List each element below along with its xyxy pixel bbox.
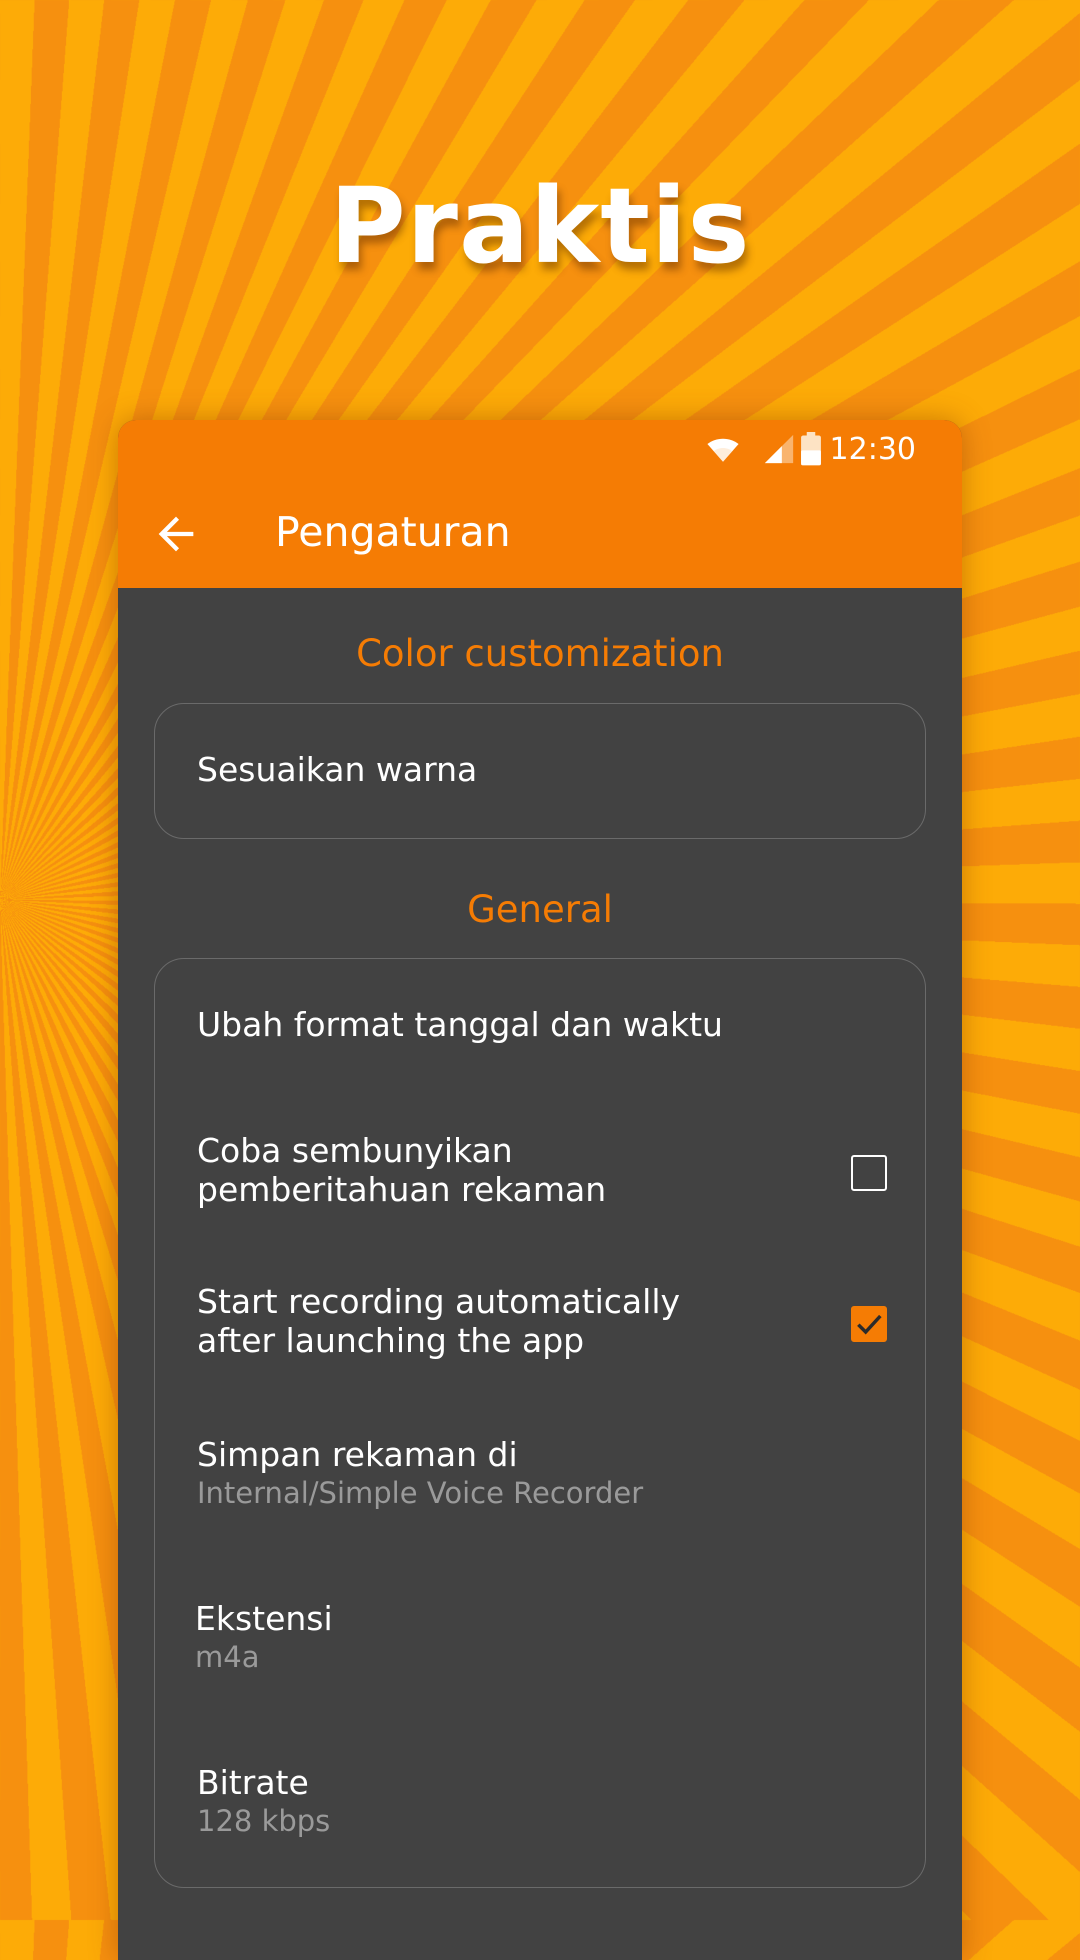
status-time: 12:30 [829,432,916,467]
auto-record-checkbox[interactable] [851,1306,887,1342]
hide-notification-label[interactable]: Coba sembunyikan pemberitahuan rekaman [197,1131,757,1209]
phone-screen: 12:30 Pengaturan Color customization Ses… [118,420,962,1960]
extension-label: Ekstensi [195,1599,333,1638]
section-header-color: Color customization [356,632,724,675]
section-header-general: General [467,888,613,931]
bitrate-value: 128 kbps [197,1804,331,1838]
save-location-item[interactable]: Simpan rekaman di Internal/Simple Voice … [197,1435,643,1512]
bitrate-item[interactable]: Bitrate 128 kbps [197,1763,330,1840]
customize-colors-item[interactable]: Sesuaikan warna [197,750,477,789]
color-card: Sesuaikan warna [154,703,926,839]
general-card: Ubah format tanggal dan waktu Coba sembu… [154,958,926,1888]
status-bar: 12:30 [118,420,962,480]
headline: Praktis [329,165,751,287]
app-bar: 12:30 Pengaturan [118,420,962,588]
extension-item[interactable]: Ekstensi m4a [195,1599,333,1676]
arrow-back-icon[interactable] [150,508,202,560]
date-format-item[interactable]: Ubah format tanggal dan waktu [197,1005,723,1044]
wifi-icon [707,438,739,462]
save-location-label: Simpan rekaman di [197,1435,518,1474]
save-location-value: Internal/Simple Voice Recorder [197,1476,644,1510]
page-title: Pengaturan [275,508,511,556]
checkmark-icon [857,1314,882,1335]
hide-notification-checkbox[interactable] [851,1155,887,1191]
auto-record-label[interactable]: Start recording automatically after laun… [197,1282,757,1360]
signal-icon [764,434,794,464]
bitrate-label: Bitrate [197,1763,309,1802]
toolbar: Pengaturan [118,482,962,588]
battery-icon [801,432,821,466]
extension-value: m4a [195,1640,260,1674]
